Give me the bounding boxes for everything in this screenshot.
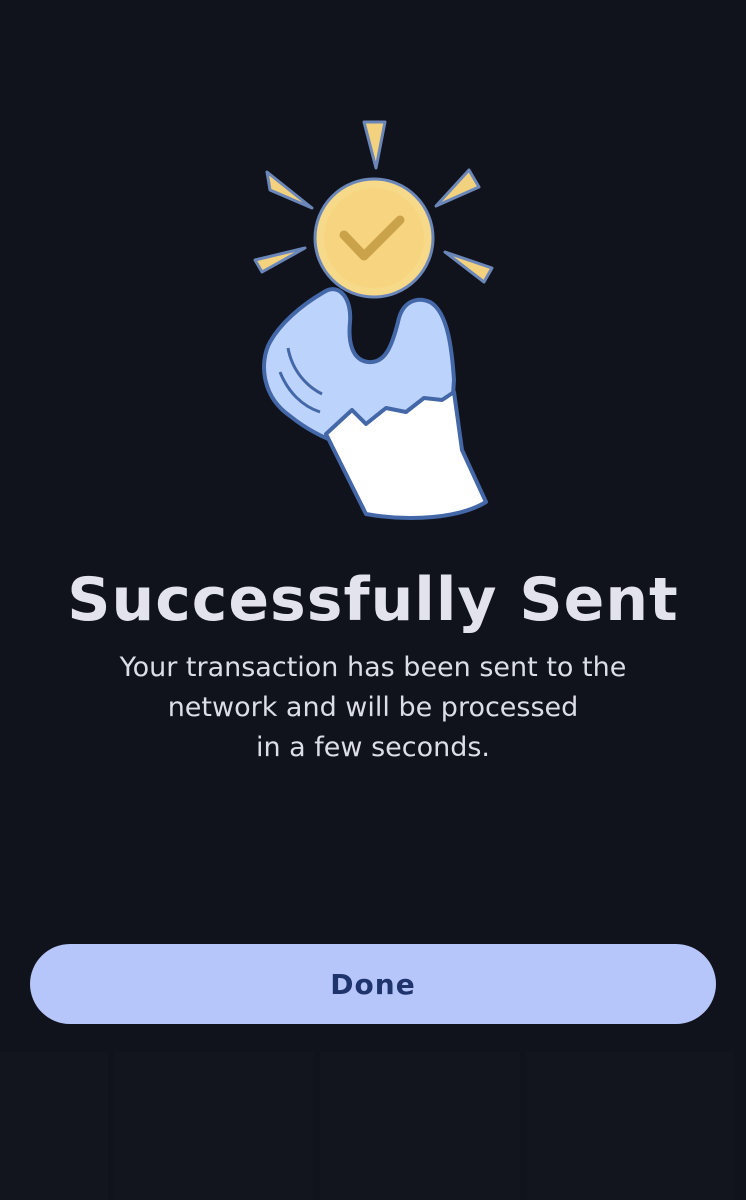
success-screen: Successfully Sent Your transaction has b… xyxy=(0,0,746,1200)
hand-holding-check-coin-icon xyxy=(253,120,494,520)
bottom-panel xyxy=(526,1052,734,1200)
bottom-area xyxy=(0,1052,746,1200)
message-line: in a few seconds. xyxy=(255,732,491,763)
message-line: network and will be processed xyxy=(167,692,579,723)
bottom-panel xyxy=(320,1052,520,1200)
message-line: Your transaction has been sent to the xyxy=(119,652,627,683)
check-coin-icon xyxy=(313,177,435,299)
bottom-panel xyxy=(0,1052,108,1200)
success-message: Your transaction has been sent to the ne… xyxy=(73,648,673,768)
done-button[interactable]: Done xyxy=(30,944,716,1024)
bottom-panel xyxy=(114,1052,314,1200)
hand-icon xyxy=(262,287,488,520)
page-title: Successfully Sent xyxy=(67,565,679,635)
